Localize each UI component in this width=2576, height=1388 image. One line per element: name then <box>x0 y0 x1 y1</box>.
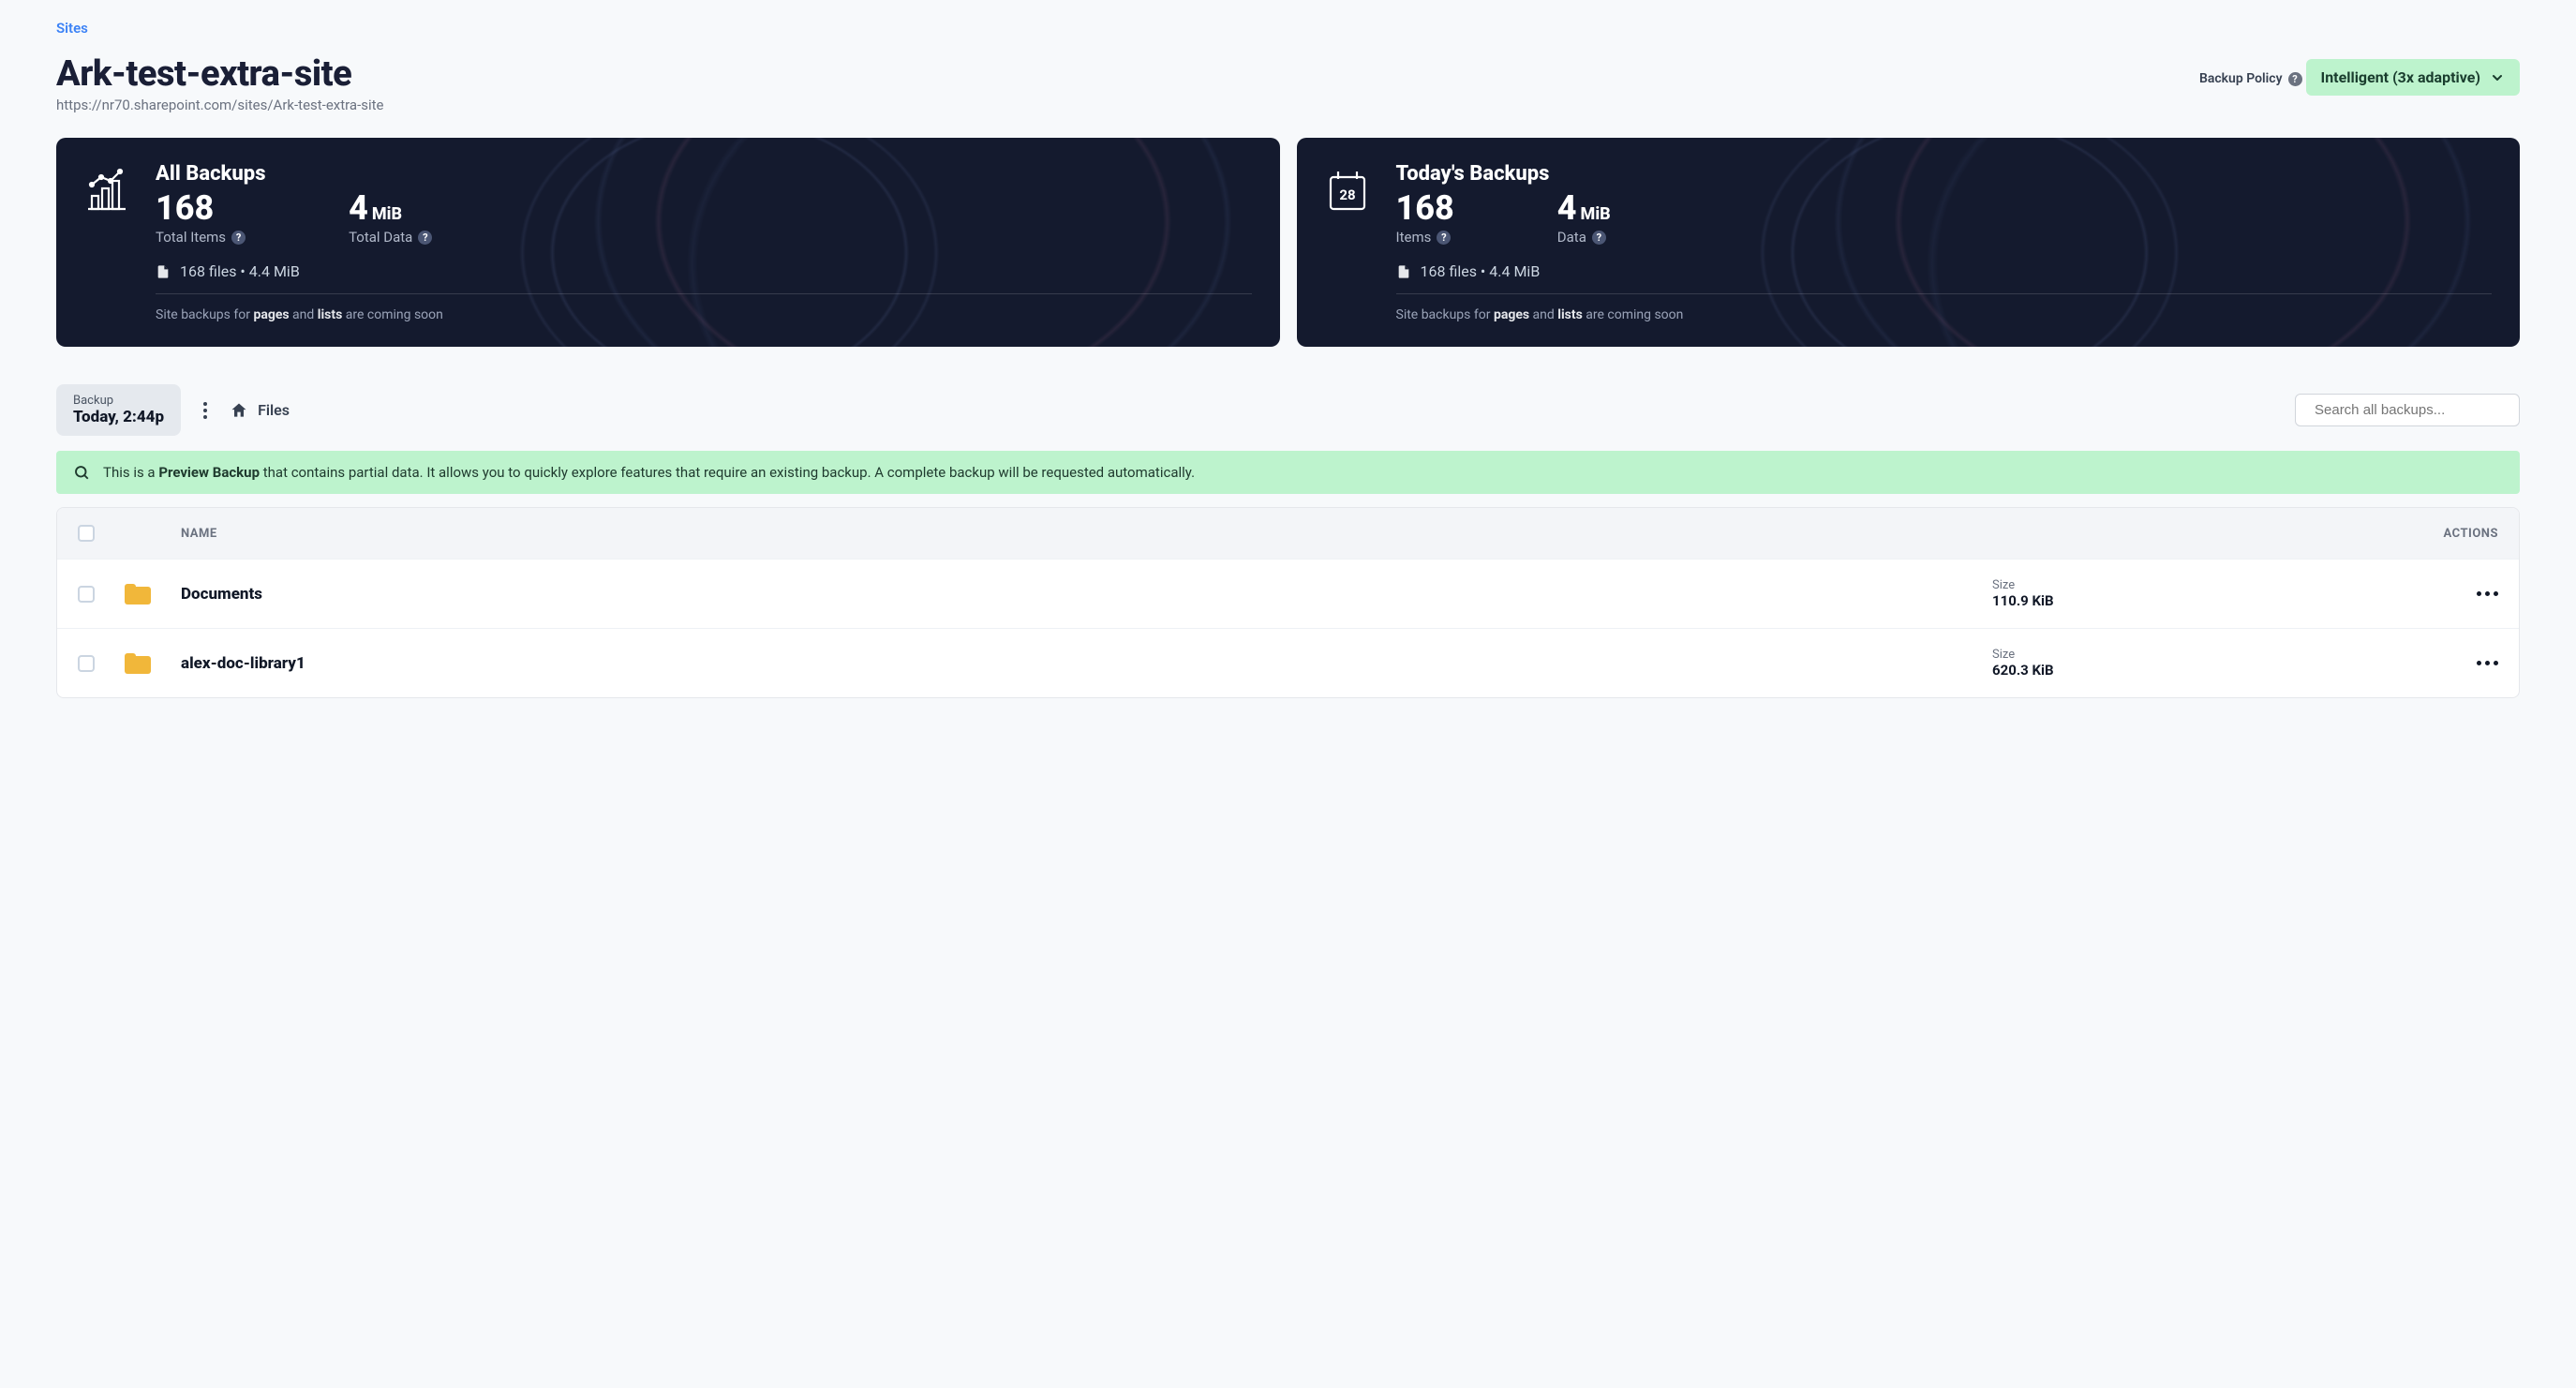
coming-soon-note: Site backups for pages and lists are com… <box>156 307 1252 322</box>
chart-icon <box>84 168 129 213</box>
help-icon[interactable]: ? <box>2288 72 2302 86</box>
column-name-header[interactable]: NAME <box>181 527 1992 541</box>
row-size: 110.9 KiB <box>1992 592 2386 609</box>
breadcrumb-sites[interactable]: Sites <box>56 20 88 37</box>
total-data-label: Total Data ? <box>349 229 432 246</box>
search-icon <box>73 464 90 481</box>
file-icon <box>156 263 171 280</box>
file-summary: 168 files • 4.4 MiB <box>1421 262 1541 280</box>
more-menu-button[interactable] <box>194 396 216 425</box>
size-label: Size <box>1992 578 2386 592</box>
row-actions-button[interactable] <box>2386 591 2498 596</box>
total-items-value: 168 <box>156 191 246 225</box>
select-all-checkbox[interactable] <box>78 525 95 542</box>
total-data-unit: MiB <box>372 204 402 224</box>
help-icon[interactable]: ? <box>1592 231 1606 245</box>
preview-backup-banner: This is a Preview Backup that contains p… <box>56 451 2520 494</box>
table-row[interactable]: alex-doc-library1 Size 620.3 KiB <box>57 628 2519 697</box>
folder-icon <box>125 584 151 604</box>
coming-soon-note: Site backups for pages and lists are com… <box>1396 307 2493 322</box>
search-box[interactable] <box>2295 394 2520 426</box>
backup-selector-label: Backup <box>73 394 164 408</box>
backup-policy-label: Backup Policy ? <box>2199 71 2302 86</box>
card-all-backups: All Backups 168 Total Items ? 4MiB <box>56 138 1280 347</box>
row-actions-button[interactable] <box>2386 661 2498 665</box>
card-title: All Backups <box>156 162 1252 186</box>
files-table: NAME ACTIONS Documents Size 110.9 KiB al… <box>56 507 2520 698</box>
today-items-value: 168 <box>1396 191 1454 225</box>
chevron-down-icon <box>2490 70 2505 85</box>
row-checkbox[interactable] <box>78 655 95 672</box>
row-size: 620.3 KiB <box>1992 662 2386 679</box>
svg-text:28: 28 <box>1339 187 1355 203</box>
divider <box>156 293 1252 294</box>
today-data-unit: MiB <box>1581 204 1611 224</box>
page-url: https://nr70.sharepoint.com/sites/Ark-te… <box>56 97 383 113</box>
today-data-label: Data ? <box>1557 229 1606 246</box>
size-label: Size <box>1992 648 2386 662</box>
home-icon <box>230 401 248 420</box>
page-title: Ark-test-extra-site <box>56 53 383 95</box>
today-data-value: 4 <box>1557 188 1577 228</box>
table-row[interactable]: Documents Size 110.9 KiB <box>57 559 2519 628</box>
search-input[interactable] <box>2315 402 2501 418</box>
card-title: Today's Backups <box>1396 162 2493 186</box>
help-icon[interactable]: ? <box>418 231 432 245</box>
backup-selector-value: Today, 2:44p <box>73 408 164 426</box>
help-icon[interactable]: ? <box>1437 231 1451 245</box>
column-actions-header: ACTIONS <box>2386 527 2498 541</box>
files-breadcrumb[interactable]: Files <box>230 401 290 420</box>
row-name: alex-doc-library1 <box>181 654 305 673</box>
backup-policy-selector[interactable]: Intelligent (3x adaptive) <box>2306 59 2520 96</box>
card-todays-backups: 28 Today's Backups 168 Items ? 4Mi <box>1297 138 2521 347</box>
total-data-value: 4 <box>349 188 368 228</box>
help-icon[interactable]: ? <box>231 231 246 245</box>
row-name: Documents <box>181 585 262 604</box>
row-checkbox[interactable] <box>78 586 95 603</box>
backup-selector[interactable]: Backup Today, 2:44p <box>56 384 181 436</box>
table-header: NAME ACTIONS <box>57 508 2519 559</box>
divider <box>1396 293 2493 294</box>
file-icon <box>1396 263 1411 280</box>
folder-icon <box>125 653 151 674</box>
calendar-icon: 28 <box>1325 168 1370 213</box>
total-items-label: Total Items ? <box>156 229 246 246</box>
file-summary: 168 files • 4.4 MiB <box>180 262 300 280</box>
today-items-label: Items ? <box>1396 229 1452 246</box>
